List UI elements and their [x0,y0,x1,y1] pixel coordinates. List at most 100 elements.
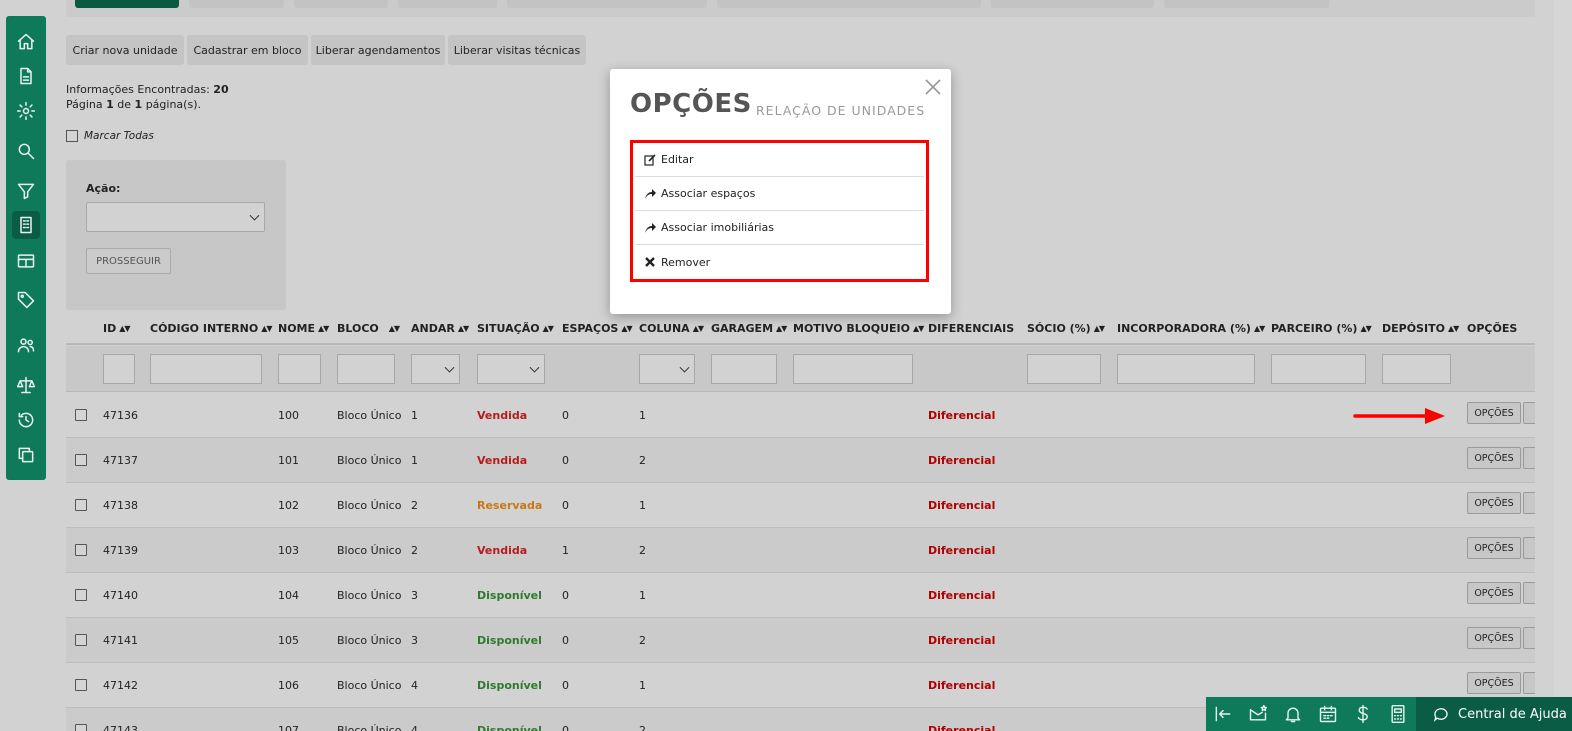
proceed-button[interactable]: PROSSEGUIR [86,248,171,274]
row-checkbox[interactable] [75,589,87,601]
row-more-button[interactable] [1523,447,1535,469]
sort-icon[interactable]: ▲▼ [621,324,632,333]
filter-block-reason-input[interactable] [793,354,913,384]
filter-block-input[interactable] [337,354,395,384]
filter-partner-pct-input[interactable] [1027,354,1101,384]
th-internal-code[interactable]: CÓDIGO INTERNO ▲▼ [150,322,273,335]
sort-icon[interactable]: ▲▼ [1360,324,1371,333]
gear-icon[interactable] [12,97,40,125]
new-unit-button[interactable]: Criar nova unidade [66,35,184,65]
sort-icon[interactable]: ▲▼ [543,324,554,333]
tab[interactable] [507,0,707,8]
row-more-button[interactable] [1523,672,1535,694]
row-options-button[interactable]: OPÇÕES [1467,582,1521,604]
row-checkbox[interactable] [75,409,87,421]
filter-status-select[interactable] [477,354,545,384]
row-checkbox[interactable] [75,679,87,691]
th-id[interactable]: ID ▲▼ [103,322,131,335]
action-select[interactable] [86,202,265,232]
filter-internal-code-input[interactable] [150,354,262,384]
tab[interactable] [991,0,1154,8]
th-block-reason[interactable]: MOTIVO BLOQUEIO ▲▼ [793,322,924,335]
row-more-button[interactable] [1523,582,1535,604]
filter-name-input[interactable] [278,354,321,384]
th-associate-pct[interactable]: PARCEIRO (%) ▲▼ [1271,322,1372,335]
th-name[interactable]: NOME ▲▼ [278,322,329,335]
row-checkbox[interactable] [75,544,87,556]
history-icon[interactable] [12,406,40,434]
row-more-button[interactable] [1523,402,1535,424]
sort-icon[interactable]: ▲▼ [389,324,400,333]
bulk-register-button[interactable]: Cadastrar em bloco [187,35,308,65]
close-icon[interactable] [924,78,942,96]
row-options-button[interactable]: OPÇÕES [1467,492,1521,514]
menu-item-associate-realestate[interactable]: Associar imobiliárias [635,211,924,245]
tab[interactable] [1164,0,1329,8]
th-block[interactable]: BLOCO ▲▼ [337,322,400,335]
sort-icon[interactable]: ▲▼ [318,324,329,333]
calculator-icon[interactable] [1388,704,1408,724]
row-checkbox[interactable] [75,499,87,511]
row-options-button[interactable]: OPÇÕES [1467,447,1521,469]
table-icon[interactable] [12,247,40,275]
row-options-button[interactable]: OPÇÕES [1467,672,1521,694]
scale-icon[interactable] [12,371,40,399]
sort-icon[interactable]: ▲▼ [776,324,787,333]
mark-all-label[interactable]: Marcar Todas [84,130,154,142]
menu-item-remove[interactable]: Remover [635,245,924,279]
tab-active[interactable] [75,0,179,8]
row-checkbox[interactable] [75,454,87,466]
help-center-button[interactable]: Central de Ajuda [1416,697,1572,731]
row-options-button[interactable]: OPÇÕES [1467,402,1521,424]
bell-icon[interactable] [1283,704,1303,724]
filter-associate-pct-input[interactable] [1271,354,1366,384]
th-garage[interactable]: GARAGEM ▲▼ [711,322,787,335]
users-icon[interactable] [12,331,40,359]
filter-deposit-input[interactable] [1382,354,1451,384]
th-column[interactable]: COLUNA ▲▼ [639,322,704,335]
tag-icon[interactable] [12,286,40,314]
document-icon[interactable] [12,62,40,90]
release-schedules-button[interactable]: Liberar agendamentos [311,35,445,65]
tab[interactable] [398,0,497,8]
sort-icon[interactable]: ▲▼ [1094,324,1105,333]
tab[interactable] [294,0,388,8]
release-visits-button[interactable]: Liberar visitas técnicas [448,35,586,65]
sort-icon[interactable]: ▲▼ [1448,324,1459,333]
th-partner-pct[interactable]: SÓCIO (%) ▲▼ [1027,322,1105,335]
sort-icon[interactable]: ▲▼ [693,324,704,333]
sort-icon[interactable]: ▲▼ [458,324,469,333]
filter-column-select[interactable] [639,354,695,384]
filter-garage-input[interactable] [711,354,777,384]
mark-all-checkbox[interactable] [66,130,78,142]
th-deposit[interactable]: DEPÓSITO ▲▼ [1382,322,1459,335]
sort-icon[interactable]: ▲▼ [261,324,272,333]
row-checkbox[interactable] [75,634,87,646]
mail-star-icon[interactable] [1248,704,1268,724]
sort-icon[interactable]: ▲▼ [1254,324,1265,333]
th-status[interactable]: SITUAÇÃO ▲▼ [477,322,554,335]
sort-icon[interactable]: ▲▼ [119,324,130,333]
sort-icon[interactable]: ▲▼ [913,324,924,333]
filter-id-input[interactable] [103,354,135,384]
tab[interactable] [189,0,284,8]
menu-item-edit[interactable]: Editar [635,143,924,177]
dollar-icon[interactable] [1353,704,1373,724]
row-checkbox[interactable] [75,724,87,731]
filter-icon[interactable] [12,177,40,205]
row-options-button[interactable]: OPÇÕES [1467,537,1521,559]
collapse-left-icon[interactable] [1213,704,1233,724]
menu-item-associate-spaces[interactable]: Associar espaços [635,177,924,211]
row-more-button[interactable] [1523,537,1535,559]
row-options-button[interactable]: OPÇÕES [1467,627,1521,649]
filter-developer-pct-input[interactable] [1117,354,1255,384]
scrollbar[interactable] [1554,0,1572,697]
th-developer-pct[interactable]: INCORPORADORA (%) ▲▼ [1117,322,1265,335]
row-more-button[interactable] [1523,627,1535,649]
building-icon[interactable] [12,211,40,239]
th-spaces[interactable]: ESPAÇOS ▲▼ [562,322,633,335]
filter-floor-select[interactable] [411,354,460,384]
th-floor[interactable]: ANDAR ▲▼ [411,322,469,335]
tab[interactable] [717,0,981,8]
row-more-button[interactable] [1523,492,1535,514]
